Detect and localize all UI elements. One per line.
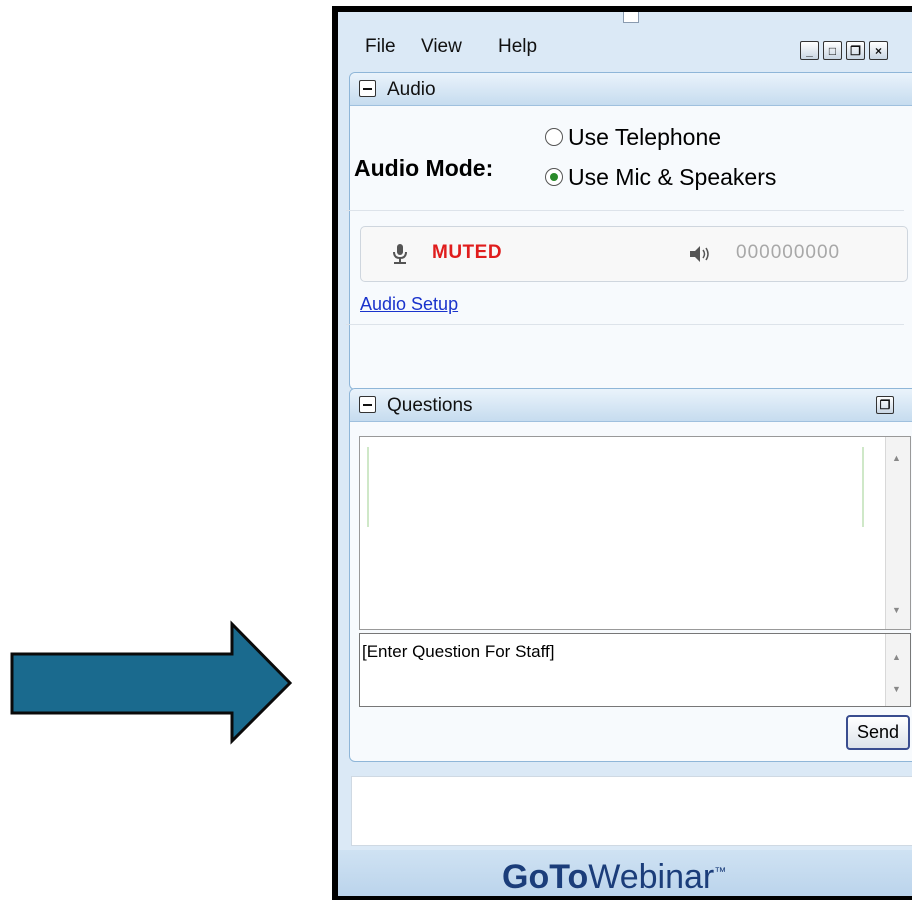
divider	[346, 210, 904, 211]
menu-help[interactable]: Help	[498, 36, 537, 58]
divider	[346, 324, 904, 325]
maximize-icon: □	[828, 44, 837, 58]
question-input-field[interactable]: [Enter Question For Staff] ▲ ▼	[359, 633, 911, 707]
send-button[interactable]: Send	[846, 715, 910, 750]
questions-collapse-button[interactable]	[359, 396, 376, 413]
radio-use-telephone[interactable]	[545, 128, 563, 146]
scroll-down-arrow-icon[interactable]: ▼	[892, 684, 901, 694]
minimize-button[interactable]: _	[800, 41, 819, 60]
popout-icon: ❐	[879, 398, 891, 412]
radio-use-mic-speakers[interactable]	[545, 168, 563, 186]
audio-mode-label: Audio Mode:	[354, 155, 494, 181]
speaker-level-meter: 000000000	[736, 242, 841, 263]
close-button[interactable]: ×	[869, 41, 888, 60]
audio-setup-link[interactable]: Audio Setup	[360, 294, 458, 315]
audio-collapse-button[interactable]	[359, 80, 376, 97]
audio-panel-title: Audio	[387, 79, 436, 100]
menu-bar: File View Help _ □ ❐ ×	[338, 26, 912, 66]
questions-popout-button[interactable]: ❐	[876, 396, 894, 414]
restore-icon: ❐	[850, 44, 861, 58]
restore-button[interactable]: ❐	[846, 41, 865, 60]
menu-view[interactable]: View	[421, 36, 462, 58]
audio-panel-header: Audio	[350, 73, 912, 106]
gotowebinar-window: File View Help _ □ ❐ × Audio Audio Mode:…	[332, 6, 912, 900]
gotowebinar-logo: GoToWebinar™	[502, 858, 727, 896]
log-left-marker	[367, 447, 369, 527]
question-input-placeholder: [Enter Question For Staff]	[362, 642, 555, 661]
menu-file[interactable]: File	[365, 36, 396, 58]
microphone-icon[interactable]	[391, 243, 409, 265]
brand-footer: GoToWebinar™	[338, 850, 912, 896]
scroll-up-arrow-icon[interactable]: ▲	[892, 453, 901, 463]
use-mic-speakers-label[interactable]: Use Mic & Speakers	[568, 164, 776, 191]
questions-panel-header: Questions ❐	[350, 389, 912, 422]
bottom-panel	[351, 776, 912, 846]
minimize-icon: _	[806, 44, 813, 58]
questions-panel-title: Questions	[387, 395, 473, 416]
questions-log-scrollbar[interactable]: ▲ ▼	[885, 437, 910, 629]
use-telephone-label[interactable]: Use Telephone	[568, 124, 721, 151]
pointer-arrow	[10, 620, 293, 745]
maximize-button[interactable]: □	[823, 41, 842, 60]
scroll-up-arrow-icon[interactable]: ▲	[892, 652, 901, 662]
scroll-down-arrow-icon[interactable]: ▼	[892, 605, 901, 615]
close-icon: ×	[874, 44, 882, 58]
mic-muted-status: MUTED	[432, 242, 503, 263]
speaker-icon	[690, 246, 709, 262]
question-input-scrollbar[interactable]: ▲ ▼	[885, 634, 910, 706]
audio-status-box: MUTED 000000000	[360, 226, 908, 282]
log-right-marker	[862, 447, 864, 527]
questions-log[interactable]: ▲ ▼	[359, 436, 911, 630]
resize-grip-top[interactable]	[623, 12, 639, 23]
